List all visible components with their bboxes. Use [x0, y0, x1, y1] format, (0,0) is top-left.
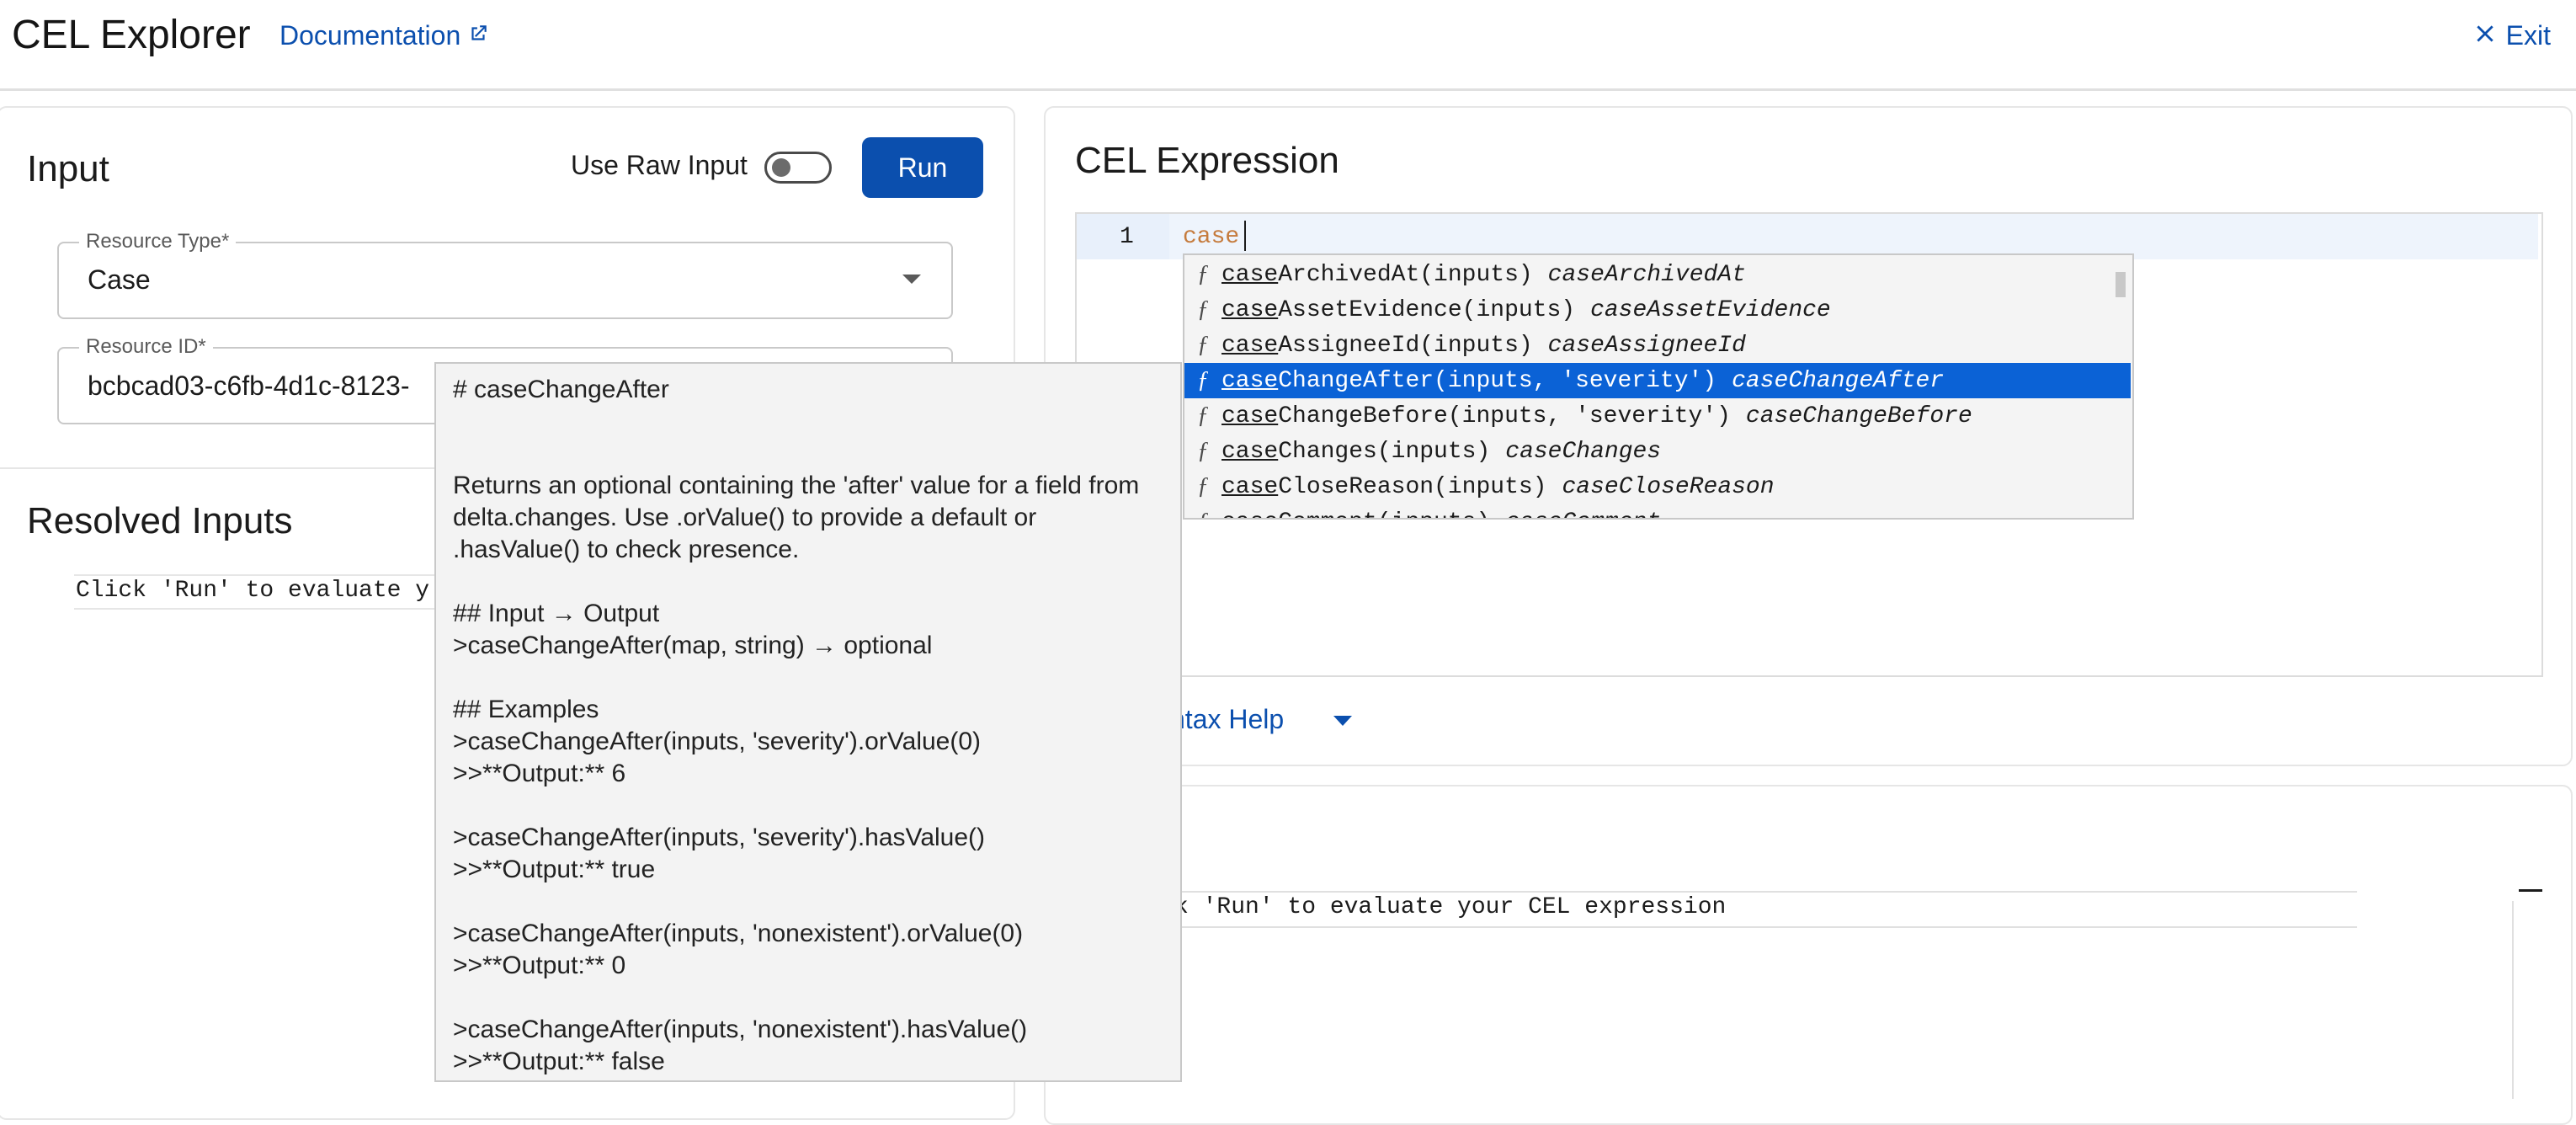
suggestion-match: case	[1221, 332, 1279, 359]
suggestion-match: case	[1221, 367, 1279, 394]
output-panel	[1044, 785, 2573, 1125]
suggestion-item[interactable]: ƒ case CloseReason(inputs) caseCloseReason	[1184, 469, 2131, 504]
doc-example-output: >>**Output:** true	[453, 856, 656, 883]
raw-input-label: Use Raw Input	[571, 150, 748, 180]
suggestion-detail: caseComment	[1505, 509, 1661, 519]
suggestion-match: case	[1221, 509, 1278, 519]
exit-label: Exit	[2505, 20, 2551, 51]
scrollbar-thumb[interactable]	[2116, 272, 2126, 297]
doc-example: >caseChangeAfter(inputs, 'severity').has…	[453, 824, 986, 851]
doc-example-output: >>**Output:** 6	[453, 760, 626, 787]
suggestion-detail: caseAssetEvidence	[1590, 296, 1831, 323]
line-number: 1	[1120, 224, 1134, 250]
input-panel-title: Input	[27, 148, 109, 189]
doc-spacer	[453, 406, 1163, 438]
doc-example: >caseChangeAfter(inputs, 'nonexistent').…	[453, 920, 1024, 947]
exit-button[interactable]: Exit	[2474, 20, 2551, 51]
function-icon: ƒ	[1197, 438, 1209, 464]
cel-expression-title: CEL Expression	[1075, 140, 1339, 181]
function-icon: ƒ	[1197, 473, 1209, 499]
active-line	[1169, 214, 2538, 259]
page-title: CEL Explorer	[12, 13, 251, 57]
output-placeholder: k 'Run' to evaluate your CEL expression	[1174, 894, 1727, 920]
function-icon: ƒ	[1197, 332, 1209, 358]
suggestion-detail: caseArchivedAt	[1547, 261, 1746, 288]
doc-example-output: >>**Output:** 0	[453, 952, 626, 979]
doc-example: >caseChangeAfter(inputs, 'severity').orV…	[453, 728, 982, 755]
suggestion-name: AssigneeId(inputs)	[1278, 332, 1533, 359]
external-link-icon	[467, 20, 489, 51]
doc-heading: # caseChangeAfter	[453, 376, 669, 403]
suggestion-item[interactable]: ƒ case AssigneeId(inputs) caseAssigneeId	[1184, 328, 2131, 363]
documentation-link[interactable]: Documentation	[279, 20, 489, 51]
doc-io-signature: >caseChangeAfter(map, string) → optional	[453, 632, 933, 659]
suggestion-match: case	[1221, 438, 1279, 465]
suggestion-name: Comment(inputs)	[1278, 509, 1490, 519]
suggestion-item[interactable]: ƒcaseComment(inputs) caseComment	[1184, 504, 2131, 519]
suggestion-match: case	[1221, 261, 1279, 288]
doc-examples-heading: ## Examples	[453, 696, 599, 723]
resolved-inputs-placeholder: Click 'Run' to evaluate y	[76, 578, 430, 604]
chevron-down-icon[interactable]	[902, 275, 921, 284]
hover-documentation-tooltip: # caseChangeAfter Returns an optional co…	[434, 362, 1182, 1082]
chevron-down-icon[interactable]	[1333, 716, 1352, 726]
suggestion-name: ChangeAfter(inputs, 'severity')	[1278, 367, 1717, 394]
run-button[interactable]: Run	[862, 137, 983, 198]
doc-example: >caseChangeAfter(inputs, 'nonexistent').…	[453, 1016, 1028, 1043]
suggestion-name: ArchivedAt(inputs)	[1278, 261, 1533, 288]
doc-description: Returns an optional containing the 'afte…	[453, 472, 1147, 563]
output-divider	[2512, 901, 2514, 1099]
doc-example-output: >>**Output:** false	[453, 1048, 665, 1075]
suggestion-name: Changes(inputs)	[1278, 438, 1491, 465]
suggestion-item[interactable]: ƒ case ArchivedAt(inputs) caseArchivedAt	[1184, 257, 2131, 292]
function-icon: ƒ	[1197, 403, 1209, 429]
suggestion-item[interactable]: ƒ case AssetEvidence(inputs) caseAssetEvide…	[1184, 292, 2131, 328]
suggestion-name: CloseReason(inputs)	[1278, 473, 1547, 500]
function-icon: ƒ	[1184, 509, 1221, 518]
resource-id-label: Resource ID*	[79, 335, 213, 359]
suggestion-item[interactable]: ƒ case Changes(inputs) caseChanges	[1184, 434, 2131, 469]
suggestion-match: case	[1221, 403, 1279, 429]
toggle-knob	[772, 158, 790, 177]
resolved-inputs-title: Resolved Inputs	[27, 500, 293, 541]
suggestion-item-selected[interactable]: ƒ case ChangeAfter(inputs, 'severity') case…	[1184, 363, 2131, 398]
resource-id-value: bcbcad03-c6fb-4d1c-8123-	[88, 371, 410, 401]
resource-type-value: Case	[88, 264, 151, 295]
suggestion-name: ChangeBefore(inputs, 'severity')	[1278, 403, 1731, 429]
suggestion-item[interactable]: ƒ case ChangeBefore(inputs, 'severity') cas…	[1184, 398, 2131, 434]
code-text[interactable]: case	[1183, 224, 1239, 250]
minimize-icon[interactable]	[2519, 889, 2542, 892]
suggestion-detail: caseAssigneeId	[1547, 332, 1746, 359]
suggestion-detail: caseCloseReason	[1562, 473, 1775, 500]
function-icon: ƒ	[1197, 296, 1209, 323]
suggestion-match: case	[1221, 296, 1279, 323]
text-caret	[1244, 221, 1246, 251]
suggestion-match: case	[1221, 473, 1279, 500]
resource-type-label: Resource Type*	[79, 230, 237, 253]
suggestion-detail: caseChanges	[1505, 438, 1662, 465]
autocomplete-list[interactable]: ƒ case ArchivedAt(inputs) caseArchivedAt ƒc…	[1183, 253, 2134, 520]
doc-io-heading: ## Input → Output	[453, 600, 660, 627]
raw-input-toggle[interactable]	[764, 152, 832, 184]
syntax-help-toggle[interactable]: ntax Help	[1170, 704, 1284, 735]
close-icon	[2474, 20, 2496, 51]
suggestion-detail: caseChangeBefore	[1745, 403, 1972, 429]
suggestion-name: AssetEvidence(inputs)	[1278, 296, 1576, 323]
function-icon: ƒ	[1197, 261, 1209, 287]
documentation-link-label: Documentation	[279, 20, 461, 51]
suggestion-detail: caseChangeAfter	[1732, 367, 1945, 394]
function-icon: ƒ	[1197, 367, 1209, 393]
